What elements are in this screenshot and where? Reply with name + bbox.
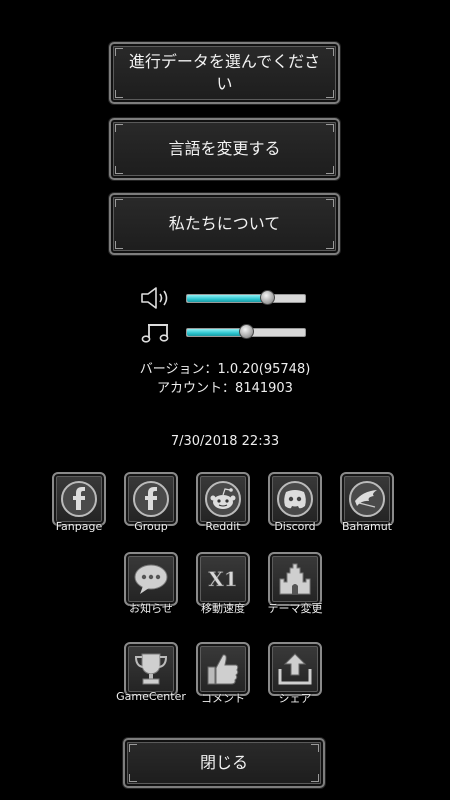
group-button[interactable] — [124, 472, 178, 526]
reddit-icon — [205, 481, 241, 517]
discord-button[interactable] — [268, 472, 322, 526]
select-save-button[interactable]: 進行データを選んでください — [109, 42, 340, 104]
about-us-button[interactable]: 私たちについて — [109, 193, 340, 255]
speed-x1-icon: X1 — [208, 567, 238, 592]
theme-change-label: テーマ変更 — [267, 602, 323, 615]
speaker-icon[interactable] — [140, 286, 174, 310]
comment-button[interactable] — [196, 642, 250, 696]
discord-icon — [277, 481, 313, 517]
music-volume-fill — [187, 329, 246, 336]
trophy-icon — [134, 653, 168, 685]
select-save-label: 進行データを選んでください — [128, 52, 321, 93]
music-volume-slider[interactable] — [186, 324, 306, 339]
game-center-button[interactable] — [124, 642, 178, 696]
about-us-label: 私たちについて — [168, 214, 281, 233]
fanpage-button[interactable] — [52, 472, 106, 526]
sound-volume-slider[interactable] — [186, 290, 306, 305]
music-volume-knob[interactable] — [239, 324, 254, 339]
move-speed-button[interactable]: X1 — [196, 552, 250, 606]
account-text: アカウント：8141903 — [157, 381, 293, 396]
reddit-button[interactable] — [196, 472, 250, 526]
facebook-icon — [61, 481, 97, 517]
close-label: 閉じる — [199, 753, 248, 772]
share-icon — [278, 653, 312, 685]
version-text: バージョン：1.0.20(95748) — [139, 362, 311, 377]
music-volume-row — [140, 320, 310, 344]
share-label: シェア — [278, 692, 312, 705]
music-note-icon[interactable] — [140, 320, 174, 344]
change-language-label: 言語を変更する — [168, 139, 281, 158]
facebook-group-icon — [133, 481, 169, 517]
change-language-button[interactable]: 言語を変更する — [109, 118, 340, 180]
news-button[interactable] — [124, 552, 178, 606]
theme-change-button[interactable] — [268, 552, 322, 606]
thumbs-up-icon — [207, 654, 239, 685]
sound-volume-knob[interactable] — [260, 290, 276, 305]
speech-bubble-icon — [134, 564, 168, 594]
share-button[interactable] — [268, 642, 322, 696]
castle-icon — [279, 563, 311, 595]
svg-text:X1: X1 — [208, 567, 237, 591]
bahamut-button[interactable] — [340, 472, 394, 526]
sound-volume-fill — [187, 295, 268, 302]
bahamut-label: Bahamut — [342, 520, 392, 533]
datetime-text: 7/30/2018 22:33 — [170, 434, 280, 449]
bahamut-icon — [349, 481, 385, 517]
close-button[interactable]: 閉じる — [123, 738, 325, 788]
sound-volume-row — [140, 286, 310, 310]
